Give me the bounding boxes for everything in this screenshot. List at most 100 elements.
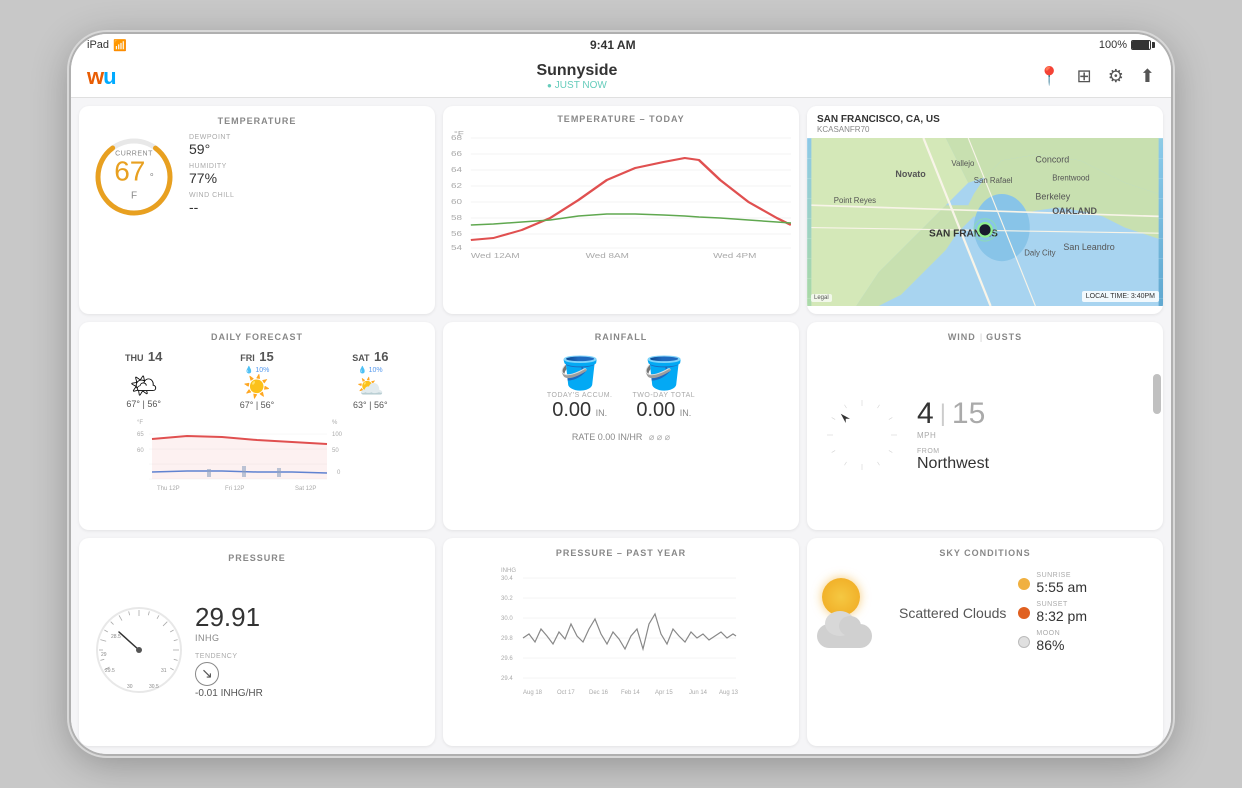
nav-subtitle: JUST NOW <box>536 80 617 91</box>
svg-text:Concord: Concord <box>1035 155 1069 165</box>
svg-text:Aug 13: Aug 13 <box>719 690 739 696</box>
screen-grid: TEMPERATURE CURRENT 67 °F <box>71 98 1171 754</box>
svg-text:31: 31 <box>161 668 167 674</box>
pressure-value: 29.91 <box>195 602 260 632</box>
svg-text:62: 62 <box>451 181 462 189</box>
svg-text:54: 54 <box>451 243 462 251</box>
temperature-details: DEWPOINT 59° HUMIDITY 77% WIND CHILL -- <box>189 134 425 221</box>
pressure-info: 29.91 INHG TENDENCY ↘ -0.01 INHG/HR <box>195 602 425 699</box>
sunrise-row: SUNRISE 5:55 am <box>1018 572 1153 595</box>
pressure-chart-card: PRESSURE – PAST YEAR 30.4 30.2 30.0 29.8… <box>443 538 799 746</box>
sky-details: SUNRISE 5:55 am SUNSET 8:32 pm <box>1018 572 1153 653</box>
settings-icon[interactable]: ⚙ <box>1108 66 1124 87</box>
wind-gauge <box>817 390 907 480</box>
svg-text:San Leandro: San Leandro <box>1063 242 1114 252</box>
map-legal: Legal <box>811 294 832 302</box>
svg-text:Dec 16: Dec 16 <box>589 690 609 696</box>
ipad-frame: iPad 📶 9:41 AM 100% wu Sunnyside JUST NO… <box>71 34 1171 754</box>
svg-text:56: 56 <box>451 229 462 237</box>
humidity-label: HUMIDITY <box>189 163 425 170</box>
svg-text:29.6: 29.6 <box>501 656 513 662</box>
svg-text:Point Reyes: Point Reyes <box>834 196 876 205</box>
nav-center: Sunnyside JUST NOW <box>536 62 617 91</box>
map-body: Novato Vallejo San Rafael Concord Brentw… <box>807 138 1163 306</box>
svg-text:29.4: 29.4 <box>501 676 513 682</box>
status-time: 9:41 AM <box>590 38 636 52</box>
wifi-icon: 📶 <box>113 39 127 52</box>
svg-text:30.2: 30.2 <box>501 596 513 602</box>
wind-from-value: Northwest <box>917 455 1153 473</box>
pressure-unit: INHG <box>195 633 425 643</box>
svg-text:29.8: 29.8 <box>501 636 513 642</box>
sky-title: SKY CONDITIONS <box>817 548 1153 558</box>
rainfall-title: RAINFALL <box>595 332 648 342</box>
rainfall-today: 🪣 TODAY'S ACCUM. 0.00 IN. <box>547 354 613 422</box>
forecast-chart: °F 65 60 % 100 50 0 <box>89 414 425 474</box>
forecast-title: DAILY FORECAST <box>89 332 425 342</box>
wind-from-label: FROM <box>917 448 1153 455</box>
nav-title: Sunnyside <box>536 62 617 80</box>
wind-speed: 4 <box>917 397 934 431</box>
two-day-label: TWO-DAY TOTAL <box>633 392 696 399</box>
humidity-value: 77% <box>189 170 425 186</box>
svg-text:Oct 17: Oct 17 <box>557 690 575 696</box>
today-accum-label: TODAY'S ACCUM. <box>547 392 613 399</box>
moon-value: 86% <box>1036 637 1064 653</box>
today-accum-value: 0.00 IN. <box>547 399 613 422</box>
rate-label: RATE <box>572 432 595 442</box>
rainfall-rate-row: RATE 0.00 IN/HR ⌀ ⌀ ⌀ <box>572 432 670 443</box>
dewpoint-value: 59° <box>189 141 425 157</box>
current-value: 67 <box>114 156 145 187</box>
svg-text:Apr 15: Apr 15 <box>655 690 673 696</box>
svg-text:Berkeley: Berkeley <box>1035 192 1070 202</box>
temperature-gauge: CURRENT 67 °F <box>89 132 179 222</box>
wind-gust: 15 <box>952 397 985 431</box>
location-icon[interactable]: 📍 <box>1038 66 1060 87</box>
forecast-day-fri: FRI 15 💧 10% ☀️ 67° | 56° <box>202 348 311 410</box>
svg-text:Jun 14: Jun 14 <box>689 690 708 696</box>
map-timestamp: LOCAL TIME: 3:40PM <box>1082 291 1159 302</box>
temperature-title: TEMPERATURE <box>89 116 425 126</box>
humidity-row: HUMIDITY 77% <box>189 163 425 186</box>
svg-text:Wed 8AM: Wed 8AM <box>586 251 629 259</box>
share-icon[interactable]: ⬆ <box>1140 66 1155 87</box>
battery-pct: 100% <box>1099 39 1127 51</box>
svg-text:28.5: 28.5 <box>111 634 121 640</box>
sunrise-dot <box>1018 578 1030 590</box>
map-title: SAN FRANCISCO, CA, US <box>817 114 1153 125</box>
svg-text:30: 30 <box>127 684 133 690</box>
dewpoint-row: DEWPOINT 59° <box>189 134 425 157</box>
forecast-day-thu: THU 14 — 🌤 67° | 56° <box>89 348 198 410</box>
svg-text:29.5: 29.5 <box>105 668 115 674</box>
pressure-chart-title: PRESSURE – PAST YEAR <box>453 548 789 558</box>
temp-chart-area: 68 66 64 62 60 58 56 54 <box>451 130 791 260</box>
temperature-card: TEMPERATURE CURRENT 67 °F <box>79 106 435 314</box>
svg-text:60: 60 <box>451 197 462 205</box>
svg-text:58: 58 <box>451 213 462 221</box>
wind-gusts-label: GUSTS <box>986 332 1022 342</box>
svg-text:0: 0 <box>337 470 341 476</box>
rate-value: 0.00 <box>598 432 616 442</box>
svg-text:°F: °F <box>454 130 464 138</box>
temp-chart-card: TEMPERATURE – TODAY 68 66 64 62 60 58 56… <box>443 106 799 314</box>
svg-text:30.0: 30.0 <box>501 616 513 622</box>
svg-text:Wed 4PM: Wed 4PM <box>713 251 756 259</box>
forecast-card: DAILY FORECAST THU 14 — 🌤 67° | 56° FRI … <box>79 322 435 530</box>
wind-chill-row: WIND CHILL -- <box>189 192 425 215</box>
pressure-card: PRESSURE <box>79 538 435 746</box>
wind-unit: MPH <box>917 431 1153 440</box>
sky-card: SKY CONDITIONS Scattered Clouds <box>807 538 1163 746</box>
sunrise-value: 5:55 am <box>1036 579 1087 595</box>
map-station: KCASANFR70 <box>817 125 1153 134</box>
nav-icons: 📍 ⊞ ⚙ ⬆ <box>1038 66 1155 87</box>
forecast-thu-name: THU 14 <box>89 348 198 366</box>
moon-row: MOON 86% <box>1018 630 1153 653</box>
svg-text:100: 100 <box>332 432 343 438</box>
svg-text:65: 65 <box>137 432 144 438</box>
rainfall-today-icon: 🪣 <box>547 354 613 392</box>
map-card: SAN FRANCISCO, CA, US KCASANFR70 <box>807 106 1163 314</box>
layers-icon[interactable]: ⊞ <box>1077 66 1092 87</box>
svg-text:°F: °F <box>137 420 143 426</box>
svg-text:Wed 12AM: Wed 12AM <box>471 251 520 259</box>
svg-text:50: 50 <box>332 448 339 454</box>
